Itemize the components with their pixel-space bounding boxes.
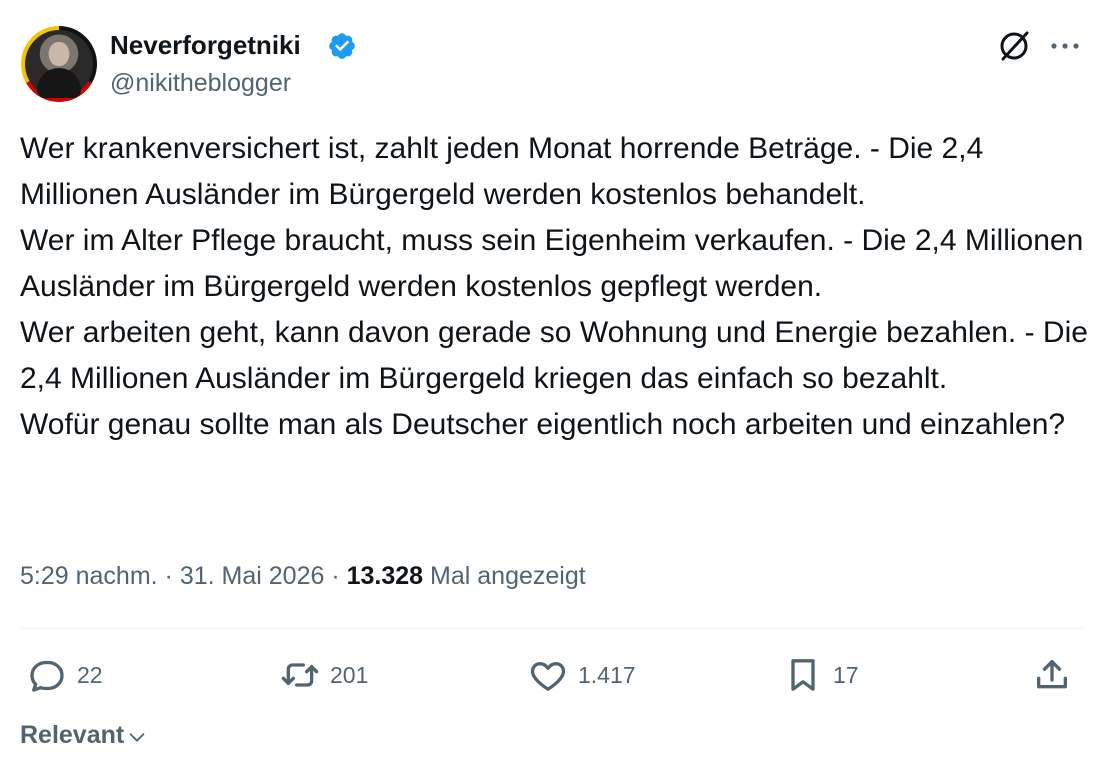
reply-sort-label: Relevant (20, 720, 125, 749)
avatar-face (49, 42, 69, 66)
tweet-date[interactable]: 31. Mai 2026 (180, 562, 325, 590)
retweet-icon (281, 663, 319, 687)
bookmark-count: 17 (833, 662, 859, 688)
retweet-button[interactable]: 201 (280, 654, 368, 696)
heart-icon (530, 662, 566, 691)
avatar-body (37, 68, 81, 98)
share-icon (1037, 660, 1067, 689)
reply-button[interactable]: 22 (27, 654, 103, 696)
actions-divider (20, 628, 1083, 629)
meta-separator: · (331, 562, 340, 590)
tweet-meta: 5:29 nachm. · 31. Mai 2026 · 13.328 Mal … (20, 560, 586, 592)
more-icon[interactable] (1048, 34, 1082, 58)
author-display-name[interactable]: Neverforgetniki (110, 30, 301, 60)
verified-badge-icon (329, 33, 355, 59)
views-label: Mal angezeigt (430, 562, 586, 590)
share-button[interactable] (1032, 654, 1072, 696)
meta-separator: · (164, 562, 173, 590)
chevron-down-icon (129, 732, 145, 742)
tweet-time[interactable]: 5:29 nachm. (20, 562, 158, 590)
author-handle[interactable]: @nikitheblogger (110, 68, 291, 98)
grok-icon[interactable] (998, 29, 1032, 63)
bookmark-button[interactable]: 17 (783, 654, 859, 696)
avatar[interactable] (21, 26, 97, 102)
reply-count: 22 (77, 662, 103, 688)
like-button[interactable]: 1.417 (528, 654, 636, 696)
retweet-count: 201 (330, 662, 369, 688)
avatar-image (25, 30, 93, 98)
tweet-text: Wer krankenversichert ist, zahlt jeden M… (20, 132, 1088, 441)
bookmark-icon (791, 659, 815, 691)
reply-icon (30, 660, 64, 692)
like-count: 1.417 (578, 662, 636, 688)
reply-sort-dropdown[interactable]: Relevant (20, 718, 148, 752)
views-count: 13.328 (346, 562, 424, 590)
